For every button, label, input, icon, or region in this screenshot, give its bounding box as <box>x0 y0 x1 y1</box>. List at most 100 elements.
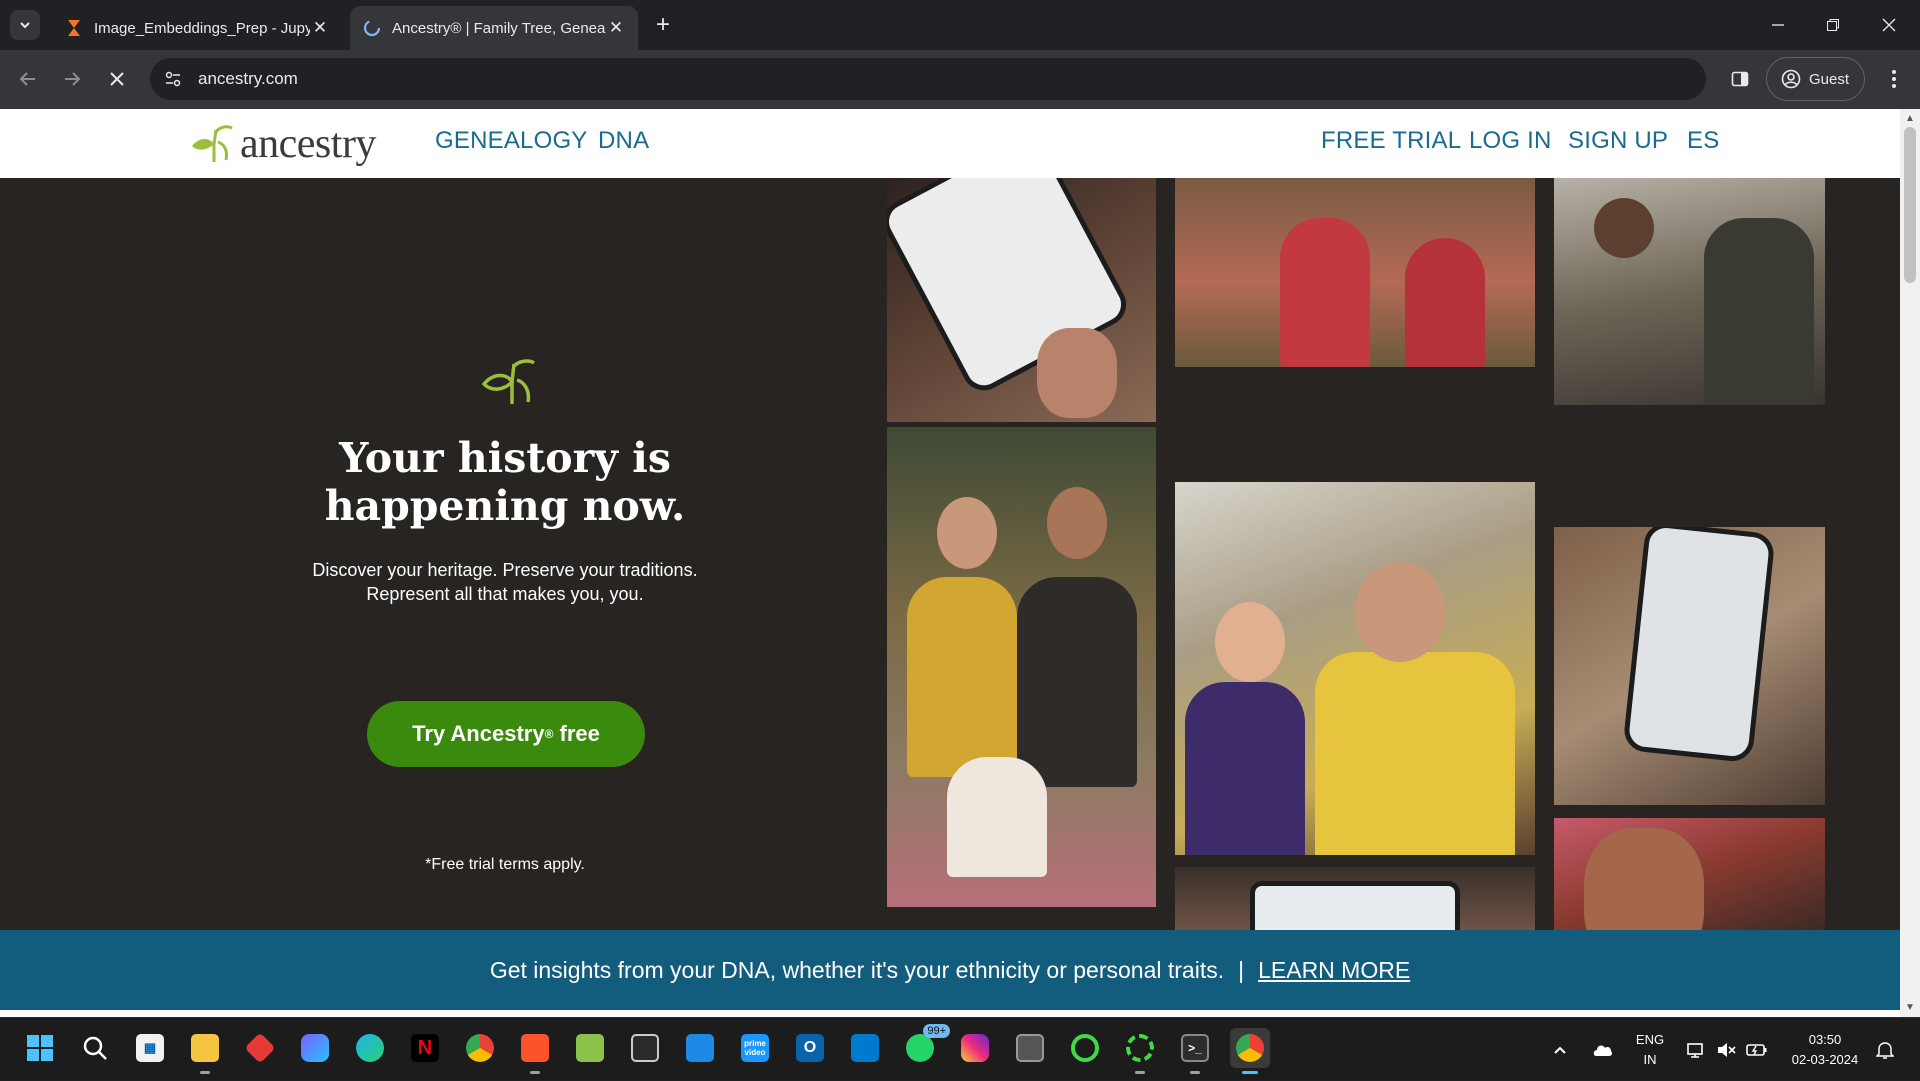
copilot-icon <box>301 1034 329 1062</box>
arrow-right-icon <box>65 72 81 86</box>
scrollbar-thumb[interactable] <box>1904 127 1916 283</box>
photo-tablet-map <box>1175 867 1535 930</box>
system-clock[interactable]: 03:50 02-03-2024 <box>1780 1030 1870 1070</box>
taskbar-app-gray[interactable] <box>1010 1028 1050 1068</box>
taskbar-vscode[interactable] <box>845 1028 885 1068</box>
show-hidden-icons[interactable] <box>1552 1018 1568 1081</box>
loading-icon <box>362 18 382 38</box>
taskbar-chrome[interactable] <box>460 1028 500 1068</box>
tab-search-button[interactable] <box>10 10 40 40</box>
chrome-icon <box>1236 1034 1264 1062</box>
taskbar-search[interactable] <box>75 1028 115 1068</box>
netflix-icon: N <box>411 1034 439 1062</box>
tab-ancestry[interactable]: Ancestry® | Family Tree, Geneal ✕ <box>350 6 638 50</box>
close-window-button[interactable] <box>1869 8 1909 42</box>
nav-genealogy[interactable]: GENEALOGY <box>435 127 588 155</box>
learn-more-link[interactable]: LEARN MORE <box>1258 957 1410 984</box>
taskbar-app-blue[interactable] <box>680 1028 720 1068</box>
restore-icon <box>1827 19 1839 31</box>
nav-language-es[interactable]: ES <box>1687 127 1719 155</box>
chevron-up-icon <box>1554 1046 1566 1054</box>
nav-sign-up[interactable]: SIGN UP <box>1568 127 1668 155</box>
battery-tray[interactable] <box>1746 1018 1768 1081</box>
taskbar-store[interactable]: ▦ <box>130 1028 170 1068</box>
region-code: IN <box>1643 1052 1657 1067</box>
folder-icon <box>191 1034 219 1062</box>
taskbar-outlook[interactable]: O <box>790 1028 830 1068</box>
nav-dna[interactable]: DNA <box>598 127 649 155</box>
new-tab-button[interactable]: + <box>650 11 676 38</box>
taskbar-instagram[interactable] <box>955 1028 995 1068</box>
side-panel-button[interactable] <box>1724 63 1756 95</box>
taskbar-terminal[interactable] <box>625 1028 665 1068</box>
scroll-up-icon[interactable]: ▲ <box>1905 113 1915 124</box>
notepad-icon <box>576 1034 604 1062</box>
taskbar-ring-app-2[interactable] <box>1120 1028 1160 1074</box>
taskbar-prime-video[interactable]: prime video <box>735 1028 775 1068</box>
person-head-shape <box>937 497 997 569</box>
chevron-down-icon <box>20 22 30 29</box>
taskbar-app-red[interactable] <box>240 1028 280 1068</box>
nav-log-in[interactable]: LOG IN <box>1469 127 1552 155</box>
volume-tray[interactable] <box>1716 1018 1736 1081</box>
back-button[interactable] <box>12 63 44 95</box>
profile-button[interactable]: Guest <box>1766 57 1865 101</box>
nav-free-trial[interactable]: FREE TRIAL <box>1321 127 1461 155</box>
ancestry-logo[interactable]: ancestry <box>188 119 376 169</box>
person-head-shape <box>1047 487 1107 559</box>
clock-time: 03:50 <box>1808 1032 1842 1047</box>
arrow-left-icon <box>19 72 35 86</box>
whatsapp-icon <box>906 1034 934 1062</box>
browser-menu-button[interactable] <box>1880 63 1908 95</box>
cta-label-suffix: free <box>553 721 600 746</box>
onedrive-tray[interactable] <box>1590 1018 1614 1081</box>
phone-mockup <box>1622 527 1776 764</box>
page-viewport: ancestry GENEALOGY DNA FREE TRIAL LOG IN… <box>0 109 1920 1017</box>
taskbar-file-explorer[interactable] <box>185 1028 225 1074</box>
minimize-button[interactable] <box>1758 8 1798 42</box>
taskbar-whatsapp[interactable]: 99+ <box>900 1024 950 1068</box>
tab-jupyter[interactable]: Image_Embeddings_Prep - Jupy ✕ <box>52 6 342 50</box>
close-icon[interactable]: ✕ <box>606 18 626 38</box>
taskbar-powershell[interactable]: >_ <box>1175 1028 1215 1074</box>
person-head-shape <box>1594 198 1654 258</box>
search-icon <box>83 1036 107 1060</box>
site-header: ancestry GENEALOGY DNA FREE TRIAL LOG IN… <box>0 109 1900 178</box>
language-indicator[interactable]: ENG IN <box>1630 1030 1670 1070</box>
hand-shape <box>1584 828 1704 930</box>
banner-text: Get insights from your DNA, whether it's… <box>489 956 1225 983</box>
taskbar-notepad[interactable] <box>570 1028 610 1068</box>
start-button[interactable] <box>20 1028 60 1068</box>
address-bar[interactable]: ancestry.com <box>150 58 1706 100</box>
logo-wordmark: ancestry <box>240 121 376 167</box>
cta-label: Try Ancestry <box>412 721 545 746</box>
taskbar-copilot[interactable] <box>295 1028 335 1068</box>
taskbar-chrome-active[interactable] <box>1230 1028 1270 1074</box>
running-indicator <box>200 1071 210 1074</box>
close-icon[interactable]: ✕ <box>310 18 330 38</box>
restore-button[interactable] <box>1813 8 1853 42</box>
site-info-icon[interactable] <box>160 66 186 92</box>
blue-app-icon <box>686 1034 714 1062</box>
outlook-icon: O <box>796 1034 824 1062</box>
dna-banner: Get insights from your DNA, whether it's… <box>0 930 1900 1010</box>
network-tray[interactable] <box>1686 1018 1706 1081</box>
taskbar-netflix[interactable]: N <box>405 1028 445 1068</box>
child-head-shape <box>1215 602 1285 682</box>
photo-hula-dancers <box>1175 178 1535 367</box>
hero-title-line: happening now. <box>324 482 686 530</box>
battery-charging-icon <box>1746 1043 1767 1056</box>
prime-video-icon: prime video <box>741 1034 769 1062</box>
stop-loading-button[interactable] <box>101 63 133 95</box>
taskbar-edge[interactable] <box>350 1028 390 1068</box>
try-ancestry-free-button[interactable]: Try Ancestry ® free <box>367 701 645 767</box>
hero-section: Your history is happening now. Discover … <box>0 178 1900 930</box>
page-scrollbar[interactable]: ▲ ▼ <box>1900 109 1920 1017</box>
taskbar-ring-app[interactable] <box>1065 1028 1105 1068</box>
taskbar-brave[interactable] <box>515 1028 555 1074</box>
scroll-down-icon[interactable]: ▼ <box>1905 1002 1915 1013</box>
tab-title: Image_Embeddings_Prep - Jupy <box>94 19 310 37</box>
forward-button[interactable] <box>56 63 88 95</box>
person-shape <box>1704 218 1814 405</box>
notifications-tray[interactable] <box>1876 1018 1894 1081</box>
